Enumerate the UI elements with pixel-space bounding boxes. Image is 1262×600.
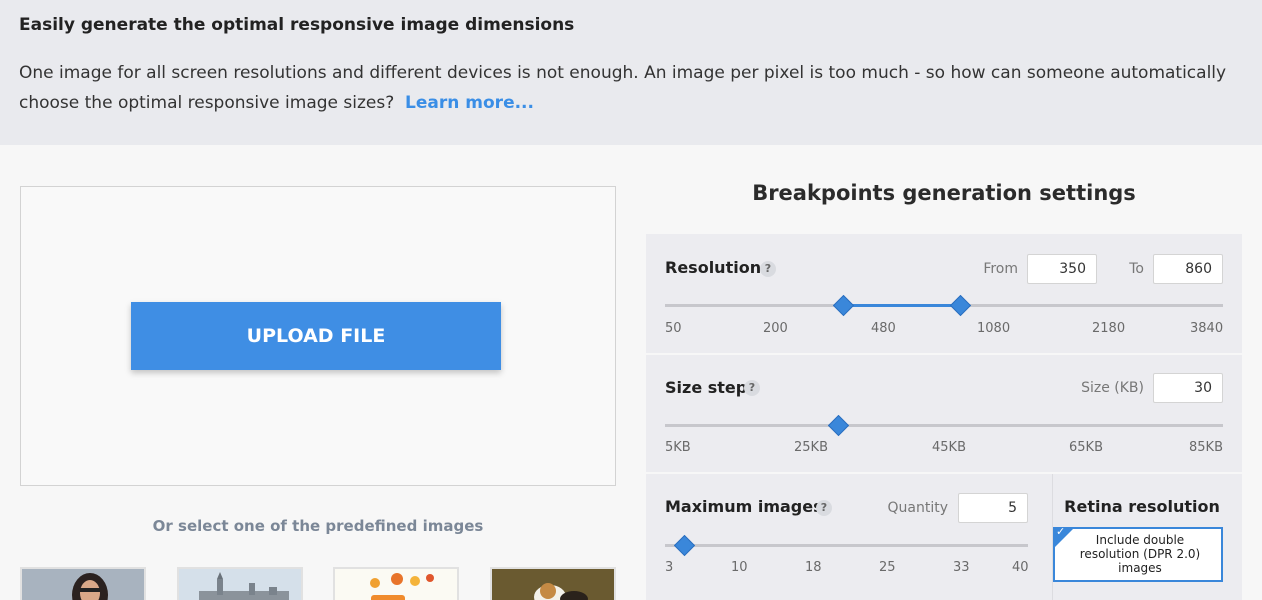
max-images-tick: 40: [1012, 560, 1029, 575]
retina-title: Retina resolution: [1064, 497, 1220, 516]
max-images-help-icon[interactable]: ?: [816, 500, 832, 516]
size-step-label: Size step: [665, 378, 748, 397]
resolution-to-input[interactable]: 860: [1153, 254, 1223, 284]
upload-dropzone[interactable]: UPLOAD FILE: [20, 186, 616, 486]
retina-option-label: Include double resolution (DPR 2.0) imag…: [1079, 533, 1201, 575]
resolution-slider-range: [843, 304, 960, 307]
max-images-slider-track[interactable]: [665, 544, 1028, 547]
predefined-image-flowers[interactable]: [333, 567, 459, 600]
resolution-from-handle[interactable]: [832, 294, 855, 317]
resolution-help-icon[interactable]: ?: [760, 261, 776, 277]
size-step-tick: 65KB: [1069, 440, 1103, 455]
dog-thumbnail-icon: [492, 569, 614, 600]
size-kb-input[interactable]: 30: [1153, 373, 1223, 403]
resolution-tick: 2180: [1092, 321, 1126, 336]
quantity-label: Quantity: [887, 500, 949, 516]
max-images-handle[interactable]: [673, 534, 696, 557]
size-step-slider-track[interactable]: [665, 424, 1223, 427]
settings-title: Breakpoints generation settings: [752, 181, 1136, 205]
checkmark-icon: ✓: [1056, 525, 1066, 538]
max-images-label: Maximum images: [665, 497, 823, 516]
size-kb-label: Size (KB): [1081, 380, 1144, 396]
woman-thumbnail-icon: [22, 569, 144, 600]
quantity-input[interactable]: 5: [958, 493, 1028, 523]
predefined-images-label: Or select one of the predefined images: [152, 517, 484, 535]
resolution-panel: Resolution ? From 350 To 860 50 200 480 …: [646, 234, 1242, 353]
resolution-from-input[interactable]: 350: [1027, 254, 1097, 284]
max-images-tick: 10: [731, 560, 748, 575]
resolution-tick: 480: [871, 321, 896, 336]
retina-section: Retina resolution ✓ Include double resol…: [1052, 474, 1242, 600]
size-step-help-icon[interactable]: ?: [744, 380, 760, 396]
predefined-image-woman[interactable]: [20, 567, 146, 600]
resolution-tick: 200: [763, 321, 788, 336]
resolution-tick: 1080: [977, 321, 1011, 336]
intro-description-text: One image for all screen resolutions and…: [19, 63, 1227, 113]
castle-thumbnail-icon: [179, 569, 301, 600]
predefined-image-castle[interactable]: [177, 567, 303, 600]
flowers-thumbnail-icon: [335, 569, 457, 600]
intro-title: Easily generate the optimal responsive i…: [19, 15, 575, 35]
size-step-panel: Size step ? Size (KB) 30 5KB 25KB 45KB 6…: [646, 355, 1242, 472]
resolution-tick: 3840: [1190, 321, 1224, 336]
size-step-tick: 5KB: [665, 440, 691, 455]
learn-more-link[interactable]: Learn more...: [405, 93, 534, 113]
max-images-tick: 18: [805, 560, 822, 575]
max-images-tick: 33: [953, 560, 970, 575]
resolution-from-label: From: [983, 261, 1018, 277]
resolution-label: Resolution: [665, 258, 762, 277]
size-step-handle[interactable]: [827, 414, 850, 437]
intro-banner: Easily generate the optimal responsive i…: [0, 0, 1262, 145]
size-step-tick: 25KB: [794, 440, 828, 455]
resolution-tick: 50: [665, 321, 682, 336]
size-step-tick: 45KB: [932, 440, 966, 455]
resolution-to-label: To: [1129, 261, 1144, 277]
intro-description: One image for all screen resolutions and…: [19, 58, 1249, 118]
max-images-tick: 25: [879, 560, 896, 575]
resolution-to-handle[interactable]: [949, 294, 972, 317]
retina-checkbox[interactable]: ✓ Include double resolution (DPR 2.0) im…: [1053, 525, 1223, 582]
size-step-tick: 85KB: [1189, 440, 1223, 455]
max-images-panel: Maximum images ? Quantity 5 3 10 18 25 3…: [646, 474, 1242, 600]
predefined-image-dog[interactable]: [490, 567, 616, 600]
max-images-tick: 3: [665, 560, 674, 575]
upload-file-button[interactable]: UPLOAD FILE: [131, 302, 501, 370]
